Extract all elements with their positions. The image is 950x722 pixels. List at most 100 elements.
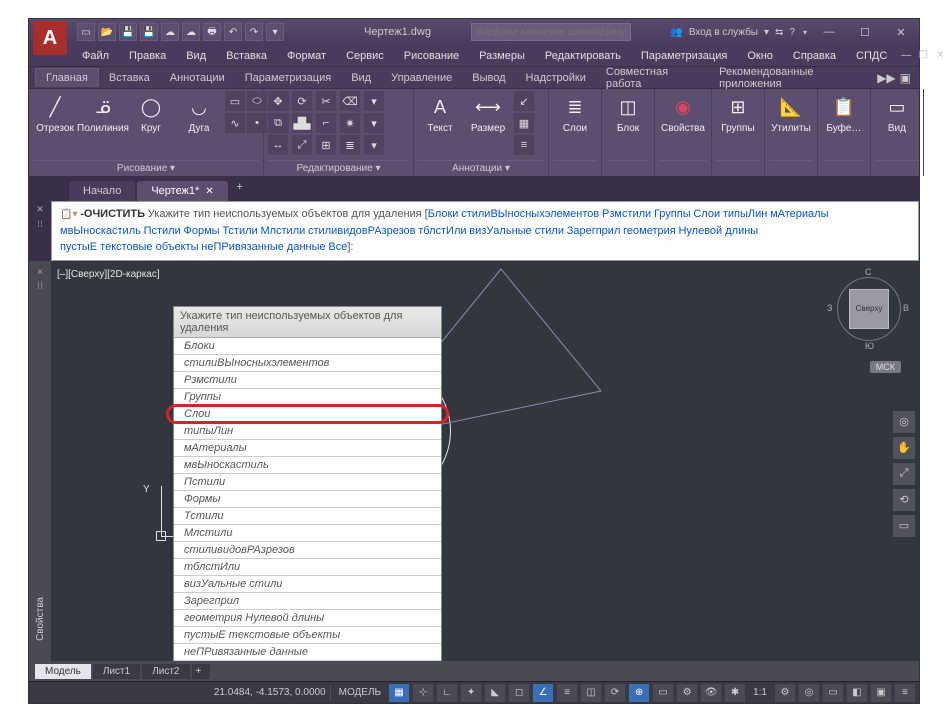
ribbon-collapse-icon[interactable]: ▣: [900, 71, 911, 85]
saveas-icon[interactable]: 💾: [140, 23, 158, 41]
purge-option[interactable]: стилиВЫносныхэлементов: [174, 355, 441, 372]
more2-icon[interactable]: ▾: [364, 113, 384, 133]
qp-icon[interactable]: ▭: [653, 684, 673, 702]
mtext-icon[interactable]: ≡: [514, 135, 534, 155]
tab-annotate[interactable]: Аннотации: [160, 69, 235, 87]
otrack-toggle-icon[interactable]: ∠: [533, 684, 553, 702]
viewcube[interactable]: Сверху С Ю В З: [829, 269, 909, 369]
ribbon-play-icon[interactable]: ▶▶: [877, 71, 895, 85]
annoviz-icon[interactable]: 👁: [701, 684, 721, 702]
tab-drawing[interactable]: Чертеж1*✕: [137, 181, 227, 201]
circle-button[interactable]: ◯Круг: [129, 91, 173, 136]
cloud-save-icon[interactable]: ☁: [182, 23, 200, 41]
cmd-history-icon[interactable]: 📋▾: [60, 209, 77, 220]
copy-icon[interactable]: ⧉: [268, 113, 288, 133]
status-space[interactable]: МОДЕЛЬ: [335, 687, 385, 698]
showmotion-icon[interactable]: ▭: [893, 515, 915, 537]
panel-draw-label[interactable]: Рисование ▾: [33, 160, 259, 176]
undo-icon[interactable]: ↶: [224, 23, 242, 41]
tab-home[interactable]: Главная: [35, 68, 99, 87]
tab-view[interactable]: Вид: [341, 69, 381, 87]
status-coords[interactable]: 21.0484, -4.1573, 0.0000: [214, 687, 326, 698]
tab-start[interactable]: Начало: [69, 181, 135, 201]
tab-output[interactable]: Вывод: [462, 69, 515, 87]
tab-featured[interactable]: Рекомендованные приложения: [709, 63, 877, 93]
stretch-icon[interactable]: ↔: [268, 135, 288, 155]
tab-close-icon[interactable]: ✕: [205, 186, 213, 197]
command-line[interactable]: 📋▾ -ОЧИСТИТЬ Укажите тип неиспользуемых …: [51, 201, 919, 261]
scale-icon[interactable]: ⤢: [292, 135, 312, 155]
purge-option[interactable]: Млстили: [174, 525, 441, 542]
purge-option[interactable]: пустыЕ текстовые объекты: [174, 627, 441, 644]
compass-east[interactable]: В: [903, 303, 909, 313]
purge-option[interactable]: Пстили: [174, 474, 441, 491]
menu-insert[interactable]: Вставка: [217, 48, 276, 64]
close-button[interactable]: ✕: [883, 19, 919, 45]
menu-edit[interactable]: Правка: [120, 48, 175, 64]
lineweight-icon[interactable]: ≡: [557, 684, 577, 702]
customize-icon[interactable]: ≡: [895, 684, 915, 702]
orbit-icon[interactable]: ⟲: [893, 489, 915, 511]
rect-icon[interactable]: ▭: [225, 91, 245, 111]
polar-toggle-icon[interactable]: ✦: [461, 684, 481, 702]
pan-icon[interactable]: ✋: [893, 437, 915, 459]
search-input[interactable]: [471, 23, 631, 41]
menu-modify[interactable]: Редактировать: [536, 48, 630, 64]
menu-format[interactable]: Формат: [278, 48, 335, 64]
menu-spds[interactable]: СПДС: [847, 48, 896, 64]
cloud-open-icon[interactable]: ☁: [161, 23, 179, 41]
compass-south[interactable]: Ю: [865, 341, 874, 351]
offset-icon[interactable]: ≣: [340, 135, 360, 155]
more3-icon[interactable]: ▾: [364, 135, 384, 155]
purge-option[interactable]: стиливидовРАзрезов: [174, 542, 441, 559]
a360-icon[interactable]: ▾: [764, 27, 769, 38]
minimize-button[interactable]: —: [811, 19, 847, 45]
compass-north[interactable]: С: [865, 267, 872, 277]
snap-toggle-icon[interactable]: ⊹: [413, 684, 433, 702]
purge-option[interactable]: геометрия Нулевой длины: [174, 610, 441, 627]
clipboard-button[interactable]: 📋Буфе…: [822, 91, 866, 136]
wcs-badge[interactable]: МСК: [870, 361, 901, 373]
menu-draw[interactable]: Рисование: [395, 48, 468, 64]
nav-wheel-icon[interactable]: ◎: [893, 411, 915, 433]
compass-west[interactable]: З: [827, 303, 832, 313]
layout-model[interactable]: Модель: [35, 664, 91, 679]
panel-annotate-label[interactable]: Аннотации ▾: [418, 160, 544, 176]
transparency-icon[interactable]: ◫: [581, 684, 601, 702]
line-button[interactable]: ╱Отрезок: [33, 91, 77, 136]
tab-manage[interactable]: Управление: [381, 69, 462, 87]
array-icon[interactable]: ⊞: [316, 135, 336, 155]
purge-option[interactable]: неПРивязанные данные: [174, 644, 441, 661]
purge-option[interactable]: Зарегприл: [174, 593, 441, 610]
text-button[interactable]: AТекст: [418, 91, 462, 136]
exchange-icon[interactable]: ⇆: [775, 27, 783, 38]
more1-icon[interactable]: ▾: [364, 91, 384, 111]
sub-minimize-icon[interactable]: —: [898, 50, 914, 61]
dimension-button[interactable]: ⟷Размер: [466, 91, 510, 136]
move-icon[interactable]: ✥: [268, 91, 288, 111]
ortho-toggle-icon[interactable]: ∟: [437, 684, 457, 702]
arc-button[interactable]: ◡Дуга: [177, 91, 221, 136]
purge-option[interactable]: мАтериалы: [174, 440, 441, 457]
grip-icon[interactable]: ⁝⁝: [37, 219, 43, 230]
qat-dropdown-icon[interactable]: ▾: [266, 23, 284, 41]
annoscale-icon[interactable]: ⚙: [677, 684, 697, 702]
purge-option[interactable]: Тстили: [174, 508, 441, 525]
help-dropdown-icon[interactable]: ▾: [803, 28, 807, 37]
explode-icon[interactable]: ✷: [340, 113, 360, 133]
menu-window[interactable]: Окно: [738, 48, 782, 64]
tab-addins[interactable]: Надстройки: [516, 69, 596, 87]
isodraft-icon[interactable]: ◣: [485, 684, 505, 702]
palette-close-icon[interactable]: ×: [37, 267, 43, 278]
groups-button[interactable]: ⊞Группы: [716, 91, 760, 136]
hardware-accel-icon[interactable]: ▭: [823, 684, 843, 702]
menu-parametric[interactable]: Параметризация: [632, 48, 736, 64]
rotate-icon[interactable]: ⟳: [292, 91, 312, 111]
purge-option[interactable]: Слои: [174, 406, 441, 423]
add-layout-button[interactable]: +: [192, 664, 210, 679]
purge-option[interactable]: Группы: [174, 389, 441, 406]
status-scale[interactable]: 1:1: [749, 687, 771, 698]
utilities-button[interactable]: 📐Утилиты: [769, 91, 813, 136]
sub-restore-icon[interactable]: ❐: [915, 50, 931, 61]
purge-option[interactable]: тблстИли: [174, 559, 441, 576]
